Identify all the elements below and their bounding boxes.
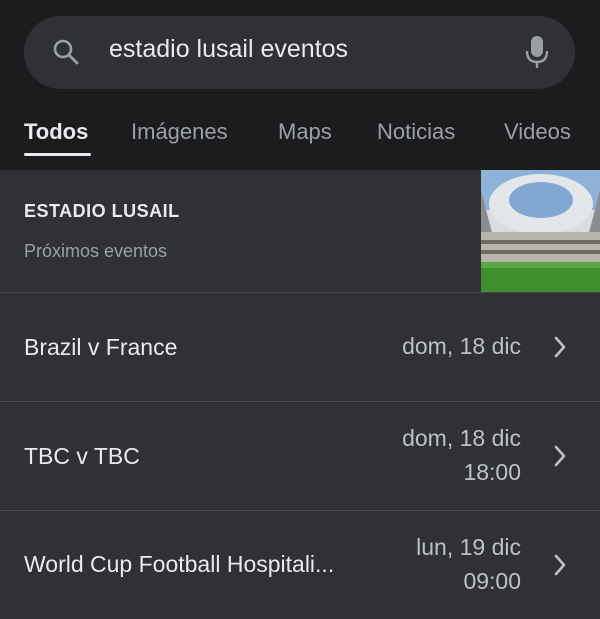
search-tabs: Todos Imágenes Maps Noticias Videos: [0, 113, 600, 158]
event-date: dom, 18 dic: [402, 425, 521, 451]
event-row[interactable]: World Cup Football Hospitali... lun, 19 …: [0, 511, 600, 619]
event-datetime: dom, 18 dic: [402, 329, 521, 363]
search-bar[interactable]: estadio lusail eventos: [24, 16, 575, 89]
top-bar: estadio lusail eventos Todos Imágenes Ma…: [0, 0, 600, 170]
event-datetime: dom, 18 dic 18:00: [402, 421, 521, 489]
chevron-right-icon: [554, 445, 566, 467]
event-date: lun, 19 dic: [416, 534, 521, 560]
event-datetime: lun, 19 dic 09:00: [416, 530, 521, 598]
microphone-icon[interactable]: [525, 34, 549, 70]
chevron-right-icon: [554, 554, 566, 576]
active-tab-indicator: [24, 153, 91, 156]
tab-imagenes[interactable]: Imágenes: [131, 119, 228, 145]
search-icon[interactable]: [52, 38, 80, 66]
tab-todos[interactable]: Todos: [24, 119, 88, 145]
tab-videos[interactable]: Videos: [504, 119, 571, 145]
event-name: Brazil v France: [24, 334, 178, 360]
event-row[interactable]: Brazil v France dom, 18 dic: [0, 293, 600, 401]
event-date: dom, 18 dic: [402, 333, 521, 359]
chevron-right-icon: [554, 336, 566, 358]
event-name: World Cup Football Hospitali...: [24, 551, 335, 577]
venue-header: ESTADIO LUSAIL Próximos eventos: [0, 170, 600, 292]
event-name: TBC v TBC: [24, 443, 140, 469]
tab-noticias[interactable]: Noticias: [377, 119, 455, 145]
search-input[interactable]: estadio lusail eventos: [109, 35, 348, 64]
event-time: 09:00: [463, 568, 521, 594]
event-time: 18:00: [463, 459, 521, 485]
stadium-thumbnail[interactable]: [481, 170, 600, 292]
venue-subtitle: Próximos eventos: [24, 241, 168, 261]
event-row[interactable]: TBC v TBC dom, 18 dic 18:00: [0, 402, 600, 510]
tab-maps[interactable]: Maps: [278, 119, 332, 145]
venue-title[interactable]: ESTADIO LUSAIL: [24, 201, 180, 222]
